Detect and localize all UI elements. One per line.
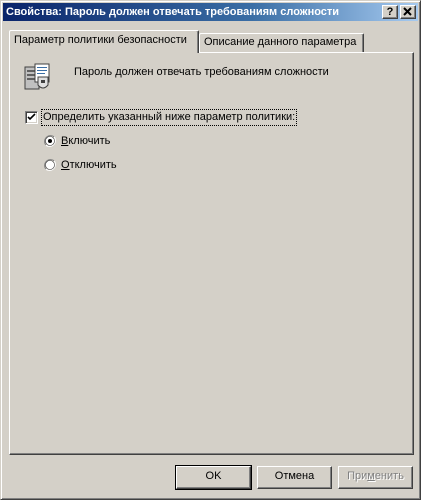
disable-label-rest: тключить	[69, 159, 117, 171]
close-icon	[403, 7, 412, 16]
disable-label: Отключить	[61, 158, 117, 173]
apply-mnemonic: м	[367, 470, 375, 482]
disable-radio[interactable]	[44, 159, 56, 171]
cancel-button[interactable]: Отмена	[257, 466, 332, 489]
tab-panel: Пароль должен отвечать требованиям сложн…	[9, 52, 414, 455]
tab-label: Описание данного параметра	[204, 36, 357, 48]
properties-dialog: Свойства: Пароль должен отвечать требова…	[0, 0, 421, 500]
enable-label-rest: ключить	[68, 135, 111, 147]
title-bar[interactable]: Свойства: Пароль должен отвечать требова…	[3, 3, 418, 21]
define-setting-checkbox[interactable]	[25, 111, 38, 124]
security-policy-server-icon	[24, 63, 50, 90]
help-button[interactable]: ?	[382, 5, 398, 19]
tab-explain[interactable]: Описание данного параметра	[199, 33, 364, 53]
disable-mnemonic: О	[61, 159, 70, 171]
enable-radio[interactable]	[44, 135, 56, 147]
enable-label: Включить	[61, 134, 110, 149]
checkmark-icon	[27, 113, 36, 121]
tab-label: Параметр политики безопасности	[14, 34, 187, 46]
apply-button[interactable]: Применить	[338, 466, 413, 489]
ok-button[interactable]: OK	[175, 465, 252, 490]
window-title: Свойства: Пароль должен отвечать требова…	[6, 6, 340, 18]
apply-label-start: При	[347, 470, 368, 482]
define-setting-label: Определить указанный ниже параметр полит…	[40, 109, 298, 126]
policy-title: Пароль должен отвечать требованиям сложн…	[74, 66, 329, 78]
apply-label-end: енить	[374, 470, 404, 482]
close-button[interactable]	[400, 5, 416, 19]
tab-security-policy-setting[interactable]: Параметр политики безопасности	[9, 30, 199, 53]
